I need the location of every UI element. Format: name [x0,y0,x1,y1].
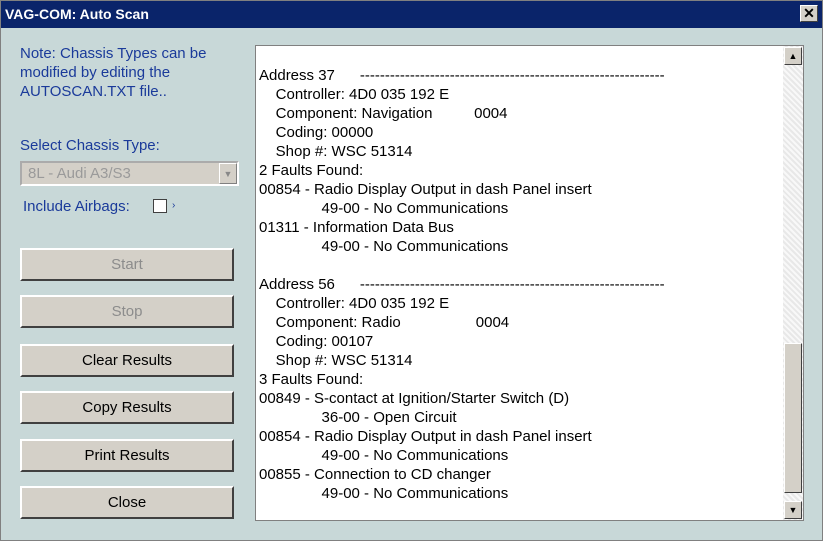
clear-results-button[interactable]: Clear Results [20,344,234,377]
scroll-down-button[interactable]: ▼ [784,501,802,519]
result-line: 49-00 - No Communications [259,238,509,255]
result-line: Shop #: WSC 51314 [259,143,413,160]
result-line: 00854 - Radio Display Output in dash Pan… [259,428,592,445]
result-line: Address 37 -----------------------------… [259,67,665,84]
window-close-button[interactable]: ✕ [800,5,818,22]
dropdown-button[interactable]: ▼ [219,163,237,184]
result-line: Address 56 -----------------------------… [259,276,665,293]
chassis-type-select[interactable]: 8L - Audi A3/S3 ▼ [20,161,239,186]
result-line: Component: Radio 0004 [259,314,510,331]
result-line: Component: Navigation 0004 [259,105,508,122]
chevron-down-icon: ▼ [223,168,233,179]
results-textbox[interactable]: Address 37 -----------------------------… [255,45,804,521]
result-line: 00854 - Radio Display Output in dash Pan… [259,181,592,198]
stop-button[interactable]: Stop [20,295,234,328]
airbags-extra-mark: › [172,200,176,211]
result-line [259,256,779,275]
result-line: Shop #: WSC 51314 [259,352,413,369]
result-line: 3 Faults Found: [259,371,364,388]
window-title: VAG-COM: Auto Scan [5,6,149,22]
title-bar: VAG-COM: Auto Scan ✕ [1,1,822,28]
scroll-up-button[interactable]: ▲ [784,47,802,65]
result-line: 2 Faults Found: [259,162,364,179]
include-airbags-checkbox[interactable] [153,199,167,213]
results-text: Address 37 -----------------------------… [259,66,779,503]
result-line: 49-00 - No Communications [259,200,509,217]
print-results-button[interactable]: Print Results [20,439,234,472]
result-line: Coding: 00107 [259,333,374,350]
copy-results-button[interactable]: Copy Results [20,391,234,424]
result-line: 49-00 - No Communications [259,447,509,464]
include-airbags-label: Include Airbags: [23,198,130,215]
result-line: 00855 - Connection to CD changer [259,466,491,483]
result-line: Controller: 4D0 035 192 E [259,86,450,103]
result-line: Controller: 4D0 035 192 E [259,295,450,312]
arrow-up-icon: ▲ [788,51,798,61]
scroll-thumb[interactable] [784,343,802,493]
result-line: 36-00 - Open Circuit [259,409,457,426]
chassis-selected-value: 8L - Audi A3/S3 [28,165,131,182]
client-area: Note: Chassis Types can be modified by e… [1,28,822,540]
arrow-down-icon: ▼ [788,505,798,515]
start-button[interactable]: Start [20,248,234,281]
close-icon: ✕ [803,5,815,21]
result-line: Coding: 00000 [259,124,374,141]
autoscan-window: VAG-COM: Auto Scan ✕ Note: Chassis Types… [0,0,823,541]
select-chassis-label: Select Chassis Type: [20,137,160,154]
result-line: 00849 - S-contact at Ignition/Starter Sw… [259,390,570,407]
chassis-note: Note: Chassis Types can be modified by e… [20,45,207,100]
close-button[interactable]: Close [20,486,234,519]
result-line: 01311 - Information Data Bus [259,219,454,236]
result-line: 49-00 - No Communications [259,485,509,502]
results-scrollbar[interactable]: ▲ ▼ [783,46,803,520]
